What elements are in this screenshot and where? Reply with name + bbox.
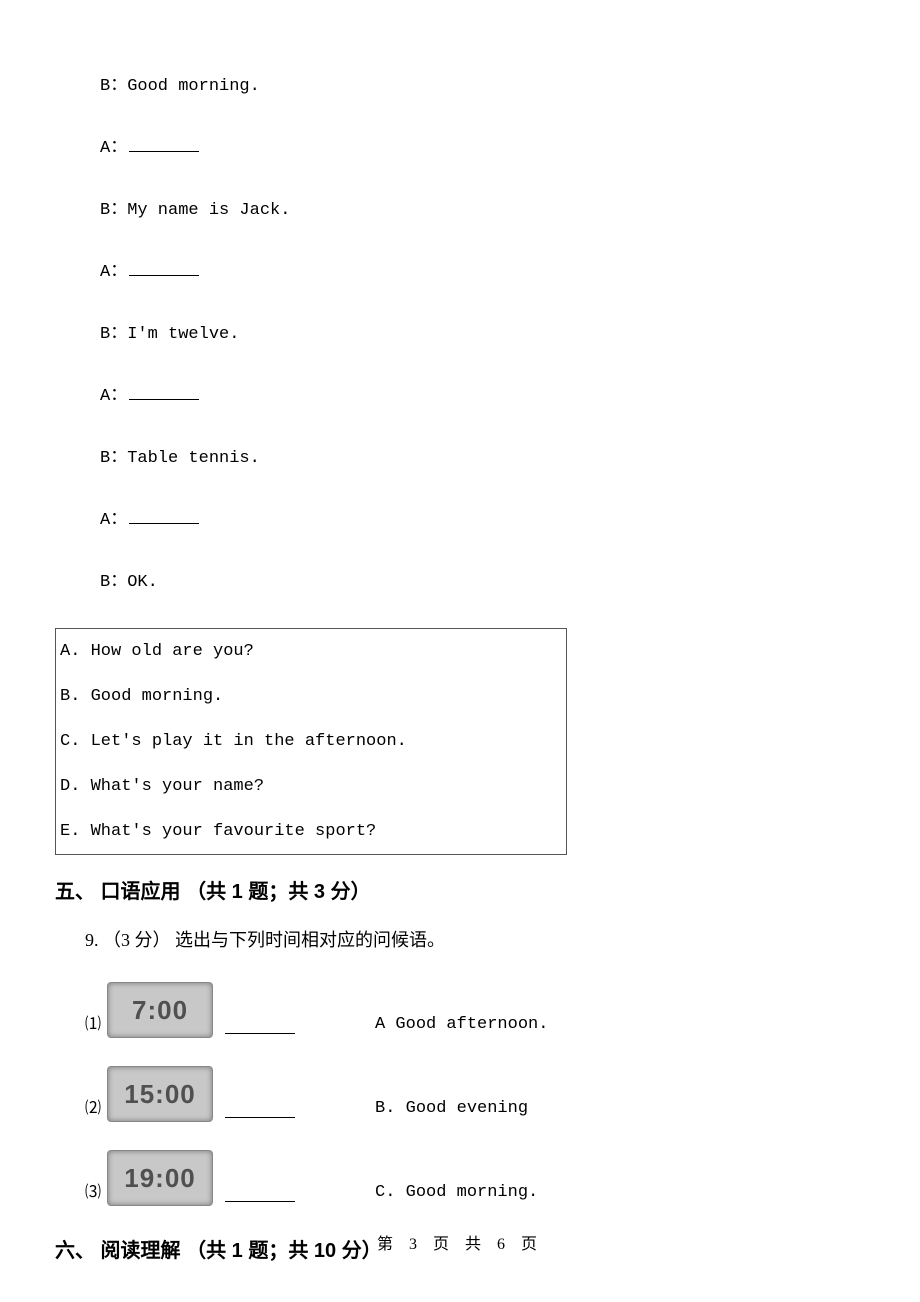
speaker-a: A： xyxy=(100,387,127,406)
dialogue-line-blank: A： xyxy=(55,380,865,406)
fill-blank[interactable] xyxy=(129,261,199,276)
page-content: B：Good morning. A： B：My name is Jack. A：… xyxy=(0,0,920,1263)
clock-icon: 7:00 xyxy=(107,982,213,1038)
choice-text: A Good afternoon. xyxy=(375,1015,548,1038)
fill-blank[interactable] xyxy=(225,1103,295,1118)
option-b: B. Good morning. xyxy=(56,674,566,719)
dialogue-line: B：Table tennis. xyxy=(55,442,865,468)
section-5-heading: 五、 口语应用 （共 1 题；共 3 分） xyxy=(55,875,865,904)
dialogue-line: B：I'm twelve. xyxy=(55,318,865,344)
question-9-stem: 9. （3 分） 选出与下列时间相对应的问候语。 xyxy=(55,926,865,952)
fill-blank[interactable] xyxy=(129,509,199,524)
speaker-a: A： xyxy=(100,139,127,158)
choice-text: C. Good morning. xyxy=(375,1183,538,1206)
speaker-a: A： xyxy=(100,511,127,530)
clock-time: 19:00 xyxy=(124,1163,196,1194)
option-a: A. How old are you? xyxy=(56,629,566,674)
answer-options-box: A. How old are you? B. Good morning. C. … xyxy=(55,628,567,855)
dialogue-line: B：Good morning. xyxy=(55,70,865,96)
row-index: ⑵ xyxy=(85,1094,101,1122)
fill-blank[interactable] xyxy=(129,385,199,400)
clock-time: 7:00 xyxy=(132,995,188,1026)
dialogue-line-blank: A： xyxy=(55,504,865,530)
clock-icon: 19:00 xyxy=(107,1150,213,1206)
fill-blank[interactable] xyxy=(129,137,199,152)
option-d: D. What's your name? xyxy=(56,764,566,809)
clock-icon: 15:00 xyxy=(107,1066,213,1122)
row-index: ⑶ xyxy=(85,1178,101,1206)
time-row-2: ⑵ 15:00 B. Good evening xyxy=(55,1066,865,1122)
clock-time: 15:00 xyxy=(124,1079,196,1110)
speaker-a: A： xyxy=(100,263,127,282)
fill-blank[interactable] xyxy=(225,1019,295,1034)
page-footer: 第 3 页 共 6 页 xyxy=(0,1230,920,1254)
option-e: E. What's your favourite sport? xyxy=(56,809,566,854)
time-row-3: ⑶ 19:00 C. Good morning. xyxy=(55,1150,865,1206)
fill-blank[interactable] xyxy=(225,1187,295,1202)
dialogue-line-blank: A： xyxy=(55,256,865,282)
dialogue-line: B：My name is Jack. xyxy=(55,194,865,220)
choice-text: B. Good evening xyxy=(375,1099,528,1122)
dialogue-line-blank: A： xyxy=(55,132,865,158)
time-row-1: ⑴ 7:00 A Good afternoon. xyxy=(55,982,865,1038)
option-c: C. Let's play it in the afternoon. xyxy=(56,719,566,764)
dialogue-line: B：OK. xyxy=(55,566,865,592)
row-index: ⑴ xyxy=(85,1010,101,1038)
